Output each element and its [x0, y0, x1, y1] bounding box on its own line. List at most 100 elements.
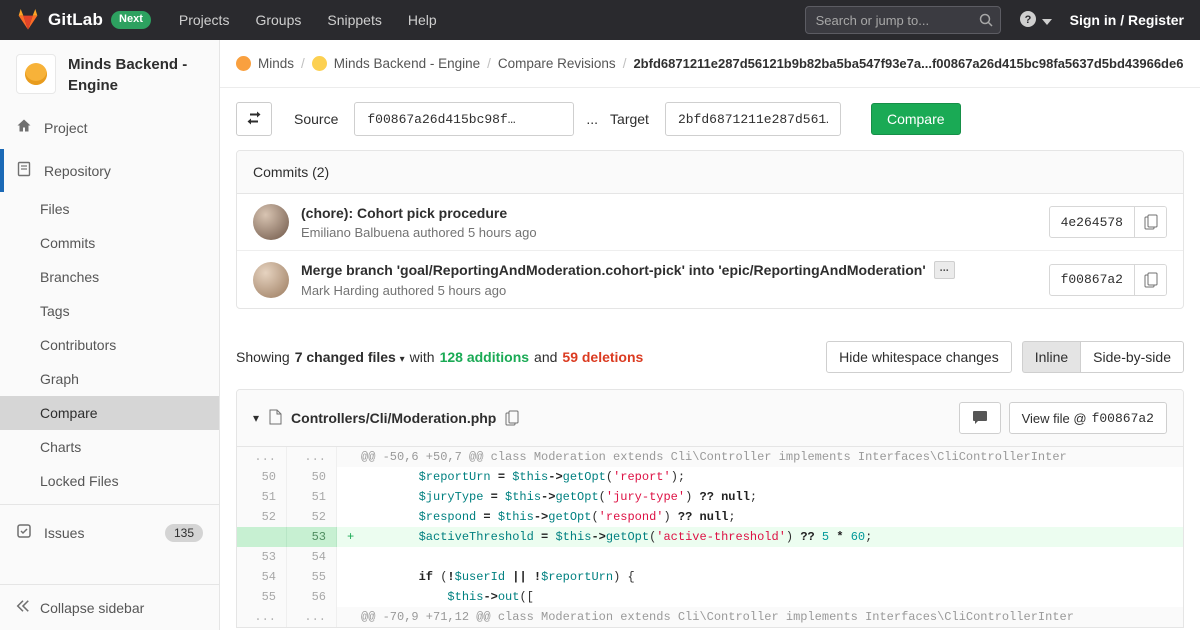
sidebar-item-commits[interactable]: Commits	[0, 226, 219, 260]
breadcrumb-link-project[interactable]: Minds Backend - Engine	[334, 56, 480, 71]
code-line: + $activeThreshold = $this->getOpt('acti…	[337, 527, 1183, 547]
diff-marker: +	[347, 527, 361, 547]
commit-row: Merge branch 'goal/ReportingAndModeratio…	[237, 250, 1183, 308]
sign-in-register-link[interactable]: Sign in / Register	[1070, 12, 1184, 28]
commit-row: (chore): Cohort pick procedure Emiliano …	[237, 194, 1183, 250]
commit-title-link[interactable]: (chore): Cohort pick procedure	[301, 205, 507, 221]
sidebar-divider	[0, 504, 219, 505]
sidebar-item-compare[interactable]: Compare	[0, 396, 219, 430]
view-file-button[interactable]: View file @ f00867a2	[1009, 402, 1167, 434]
new-line-number[interactable]: ...	[287, 447, 337, 467]
old-line-number[interactable]: 55	[237, 587, 287, 607]
diff-stats-bar: Showing 7 changed files ▾ with 128 addit…	[236, 341, 1184, 373]
old-line-number[interactable]	[237, 527, 287, 547]
copy-sha-button[interactable]	[1134, 207, 1166, 237]
gitlab-logo[interactable]: GitLab Next	[16, 7, 151, 34]
diff-line-context: 5151 $juryType = $this->getOpt('jury-typ…	[237, 487, 1183, 507]
diff-table: ......@@ -50,6 +50,7 @@ class Moderation…	[237, 447, 1183, 627]
left-sidebar: Minds Backend - Engine Project Repositor…	[0, 40, 220, 630]
changed-files-dropdown[interactable]: 7 changed files ▾	[295, 349, 405, 365]
sidebar-item-branches[interactable]: Branches	[0, 260, 219, 294]
old-line-number[interactable]: 52	[237, 507, 287, 527]
project-context-header[interactable]: Minds Backend - Engine	[0, 40, 219, 106]
new-line-number[interactable]: 53	[287, 527, 337, 547]
compare-button[interactable]: Compare	[871, 103, 961, 135]
sidebar-item-repository[interactable]: Repository	[0, 149, 219, 192]
sidebar-item-issues[interactable]: Issues 135	[0, 511, 219, 554]
commit-title-link[interactable]: Merge branch 'goal/ReportingAndModeratio…	[301, 262, 926, 278]
old-line-number[interactable]: 54	[237, 567, 287, 587]
old-line-number[interactable]: ...	[237, 607, 287, 627]
svg-text:?: ?	[1024, 14, 1031, 26]
nav-link-projects[interactable]: Projects	[179, 12, 230, 28]
hide-whitespace-button[interactable]: Hide whitespace changes	[826, 341, 1012, 373]
old-line-number[interactable]: 51	[237, 487, 287, 507]
sidebar-item-project[interactable]: Project	[0, 106, 219, 149]
search-input[interactable]	[805, 6, 1001, 34]
breadcrumb-separator: /	[623, 56, 627, 71]
code-line: $this->out([	[337, 587, 1183, 607]
commit-sha-group: f00867a2	[1049, 264, 1167, 296]
nav-link-snippets[interactable]: Snippets	[327, 12, 381, 28]
copy-file-path-button[interactable]	[505, 410, 519, 426]
new-line-number[interactable]: ...	[287, 607, 337, 627]
repository-submenu: Files Commits Branches Tags Contributors…	[0, 192, 219, 498]
commit-sha[interactable]: 4e264578	[1050, 207, 1134, 237]
commit-sha[interactable]: f00867a2	[1050, 265, 1134, 295]
new-line-number[interactable]: 54	[287, 547, 337, 567]
diff-line-hunk: ......@@ -70,9 +71,12 @@ class Moderatio…	[237, 607, 1183, 627]
sidebar-item-label: Project	[44, 120, 88, 136]
collapse-file-chevron-icon[interactable]: ▾	[253, 411, 259, 425]
new-line-number[interactable]: 56	[287, 587, 337, 607]
commit-author-avatar[interactable]	[253, 262, 289, 298]
diff-file-card: ▾ Controllers/Cli/Moderation.php	[236, 389, 1184, 628]
code-line: @@ -50,6 +50,7 @@ class Moderation exten…	[337, 447, 1183, 467]
commit-author-avatar[interactable]	[253, 204, 289, 240]
code-line: $respond = $this->getOpt('respond') ?? n…	[337, 507, 1183, 527]
target-ref-input[interactable]	[665, 102, 841, 136]
caret-down-icon: ▾	[397, 354, 405, 365]
nav-link-help[interactable]: Help	[408, 12, 437, 28]
old-line-number[interactable]: 50	[237, 467, 287, 487]
side-by-side-view-button[interactable]: Side-by-side	[1080, 341, 1184, 373]
commits-panel: Commits (2) (chore): Cohort pick procedu…	[236, 150, 1184, 309]
nav-link-groups[interactable]: Groups	[255, 12, 301, 28]
breadcrumb-separator: /	[301, 56, 305, 71]
sidebar-item-charts[interactable]: Charts	[0, 430, 219, 464]
showing-label: Showing	[236, 349, 290, 365]
swap-revisions-button[interactable]	[236, 102, 272, 136]
old-line-number[interactable]: ...	[237, 447, 287, 467]
next-badge: Next	[111, 11, 151, 28]
diff-line-context: 5455 if (!$userId || !$reportUrn) {	[237, 567, 1183, 587]
source-ref-input[interactable]	[354, 102, 574, 136]
toggle-comments-button[interactable]	[959, 402, 1001, 434]
new-line-number[interactable]: 50	[287, 467, 337, 487]
sidebar-item-graph[interactable]: Graph	[0, 362, 219, 396]
commit-meta: Emiliano Balbuena authored 5 hours ago	[301, 225, 537, 240]
new-line-number[interactable]: 55	[287, 567, 337, 587]
file-icon	[268, 409, 282, 428]
breadcrumb: Minds / Minds Backend - Engine / Compare…	[220, 40, 1200, 88]
diff-filename[interactable]: Controllers/Cli/Moderation.php	[291, 410, 496, 426]
sidebar-item-files[interactable]: Files	[0, 192, 219, 226]
double-chevron-left-icon	[16, 599, 30, 616]
sidebar-item-locked-files[interactable]: Locked Files	[0, 464, 219, 498]
old-line-number[interactable]: 53	[237, 547, 287, 567]
inline-view-button[interactable]: Inline	[1022, 341, 1080, 373]
breadcrumb-link-minds[interactable]: Minds	[258, 56, 294, 71]
sidebar-item-tags[interactable]: Tags	[0, 294, 219, 328]
expand-commit-description-button[interactable]: ...	[934, 261, 955, 279]
range-ellipsis: ...	[586, 111, 598, 127]
chevron-down-icon	[1042, 12, 1052, 28]
search-icon	[979, 13, 993, 30]
commit-meta: Mark Harding authored 5 hours ago	[301, 283, 955, 298]
project-avatar	[16, 54, 56, 94]
sidebar-item-contributors[interactable]: Contributors	[0, 328, 219, 362]
help-dropdown[interactable]: ?	[1019, 10, 1052, 31]
collapse-sidebar-button[interactable]: Collapse sidebar	[0, 584, 219, 630]
copy-sha-button[interactable]	[1134, 265, 1166, 295]
new-line-number[interactable]: 52	[287, 507, 337, 527]
new-line-number[interactable]: 51	[287, 487, 337, 507]
breadcrumb-link-compare-revisions[interactable]: Compare Revisions	[498, 56, 616, 71]
home-icon	[16, 118, 32, 137]
